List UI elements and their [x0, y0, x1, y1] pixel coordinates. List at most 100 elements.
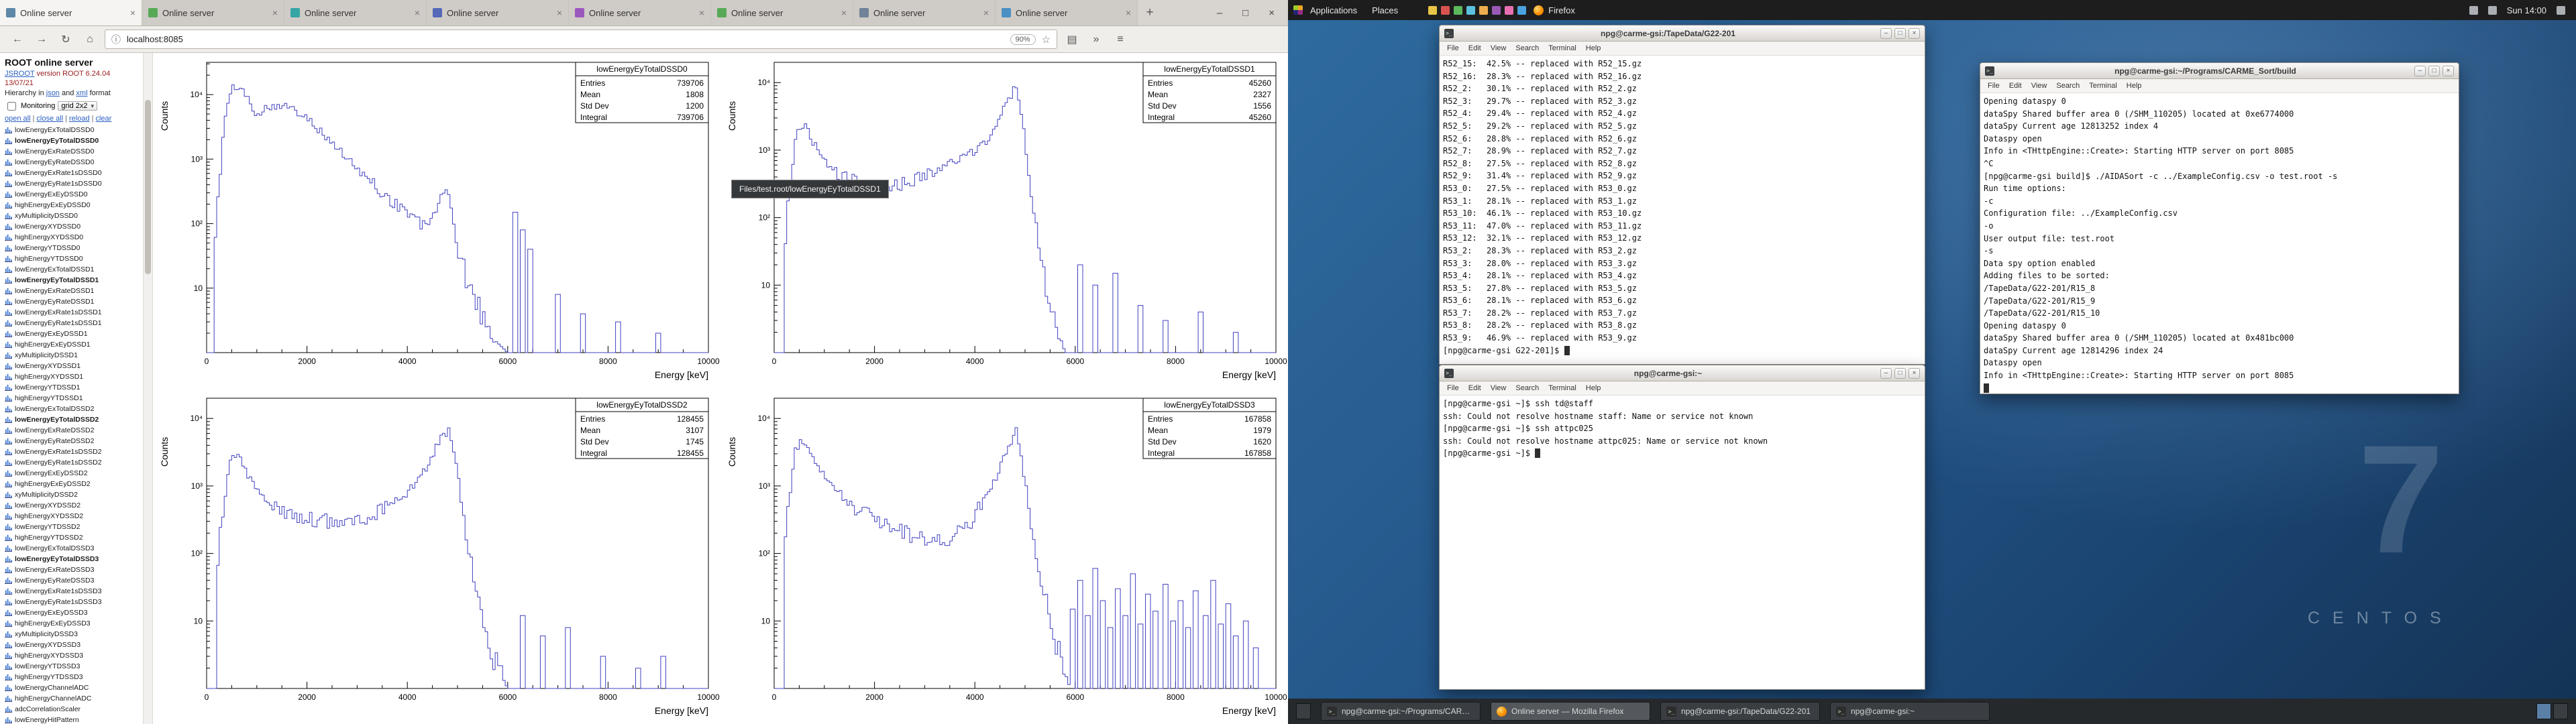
tab-close-icon[interactable]: ×	[983, 7, 989, 18]
tree-item-highEnergyExEyDSSD1[interactable]: highEnergyExEyDSSD1	[5, 339, 139, 350]
tree-item-lowEnergyChannelADC[interactable]: lowEnergyChannelADC	[5, 682, 139, 693]
places-menu[interactable]: Places	[1364, 0, 1405, 20]
tree-item-lowEnergyExRateDSSD3[interactable]: lowEnergyExRateDSSD3	[5, 564, 139, 575]
terminal-window-tapedata[interactable]: >_ npg@carme-gsi:/TapeData/G22-201 –□× F…	[1439, 25, 1925, 365]
site-info-icon[interactable]: ⓘ	[111, 33, 121, 46]
tray-icon-5[interactable]	[1492, 6, 1501, 15]
tree-item-highEnergyXYDSSD1[interactable]: highEnergyXYDSSD1	[5, 371, 139, 382]
browser-tab[interactable]: Online server×	[996, 0, 1138, 25]
zoom-level-badge[interactable]: 90%	[1010, 34, 1036, 45]
close-icon[interactable]: ×	[2443, 66, 2454, 76]
tree-item-highEnergyXYDSSD0[interactable]: highEnergyXYDSSD0	[5, 232, 139, 243]
network-icon[interactable]	[2488, 6, 2497, 15]
close-icon[interactable]: ×	[1269, 7, 1275, 19]
tree-item-highEnergyExEyDSSD3[interactable]: highEnergyExEyDSSD3	[5, 618, 139, 629]
tree-item-lowEnergyExEyDSSD1[interactable]: lowEnergyExEyDSSD1	[5, 328, 139, 339]
tree-item-lowEnergyXYDSSD2[interactable]: lowEnergyXYDSSD2	[5, 500, 139, 511]
tree-item-lowEnergyExRate1sDSSD2[interactable]: lowEnergyExRate1sDSSD2	[5, 446, 139, 457]
tree-item-lowEnergyYTDSSD1[interactable]: lowEnergyYTDSSD1	[5, 382, 139, 393]
terminal-menu-edit[interactable]: Edit	[1464, 384, 1486, 392]
tree-item-highEnergyXYDSSD3[interactable]: highEnergyXYDSSD3	[5, 650, 139, 661]
browser-tab[interactable]: Online server×	[569, 0, 711, 25]
terminal-menu-help[interactable]: Help	[1581, 44, 1606, 52]
tree-item-xyMultiplicityDSSD2[interactable]: xyMultiplicityDSSD2	[5, 489, 139, 500]
action-link-close-all[interactable]: close all	[36, 115, 63, 123]
tree-item-xyMultiplicityDSSD1[interactable]: xyMultiplicityDSSD1	[5, 350, 139, 361]
tree-item-lowEnergyEyRate1sDSSD3[interactable]: lowEnergyEyRate1sDSSD3	[5, 597, 139, 607]
terminal-menu-file[interactable]: File	[1442, 44, 1464, 52]
minimize-icon[interactable]: –	[1880, 368, 1892, 379]
forward-icon[interactable]: →	[32, 34, 51, 46]
tree-item-lowEnergyYTDSSD0[interactable]: lowEnergyYTDSSD0	[5, 243, 139, 253]
browser-tab[interactable]: Online server×	[711, 0, 853, 25]
url-text[interactable]: localhost:8085	[127, 34, 1004, 44]
terminal-menu-file[interactable]: File	[1442, 384, 1464, 392]
reload-icon[interactable]: ↻	[56, 33, 75, 46]
tree-item-lowEnergyEyTotalDSSD3[interactable]: lowEnergyEyTotalDSSD3	[5, 554, 139, 564]
browser-tab[interactable]: Online server×	[142, 0, 284, 25]
tree-item-highEnergyExEyDSSD0[interactable]: highEnergyExEyDSSD0	[5, 200, 139, 210]
tree-item-lowEnergyXYDSSD3[interactable]: lowEnergyXYDSSD3	[5, 640, 139, 650]
tree-item-highEnergyYTDSSD2[interactable]: highEnergyYTDSSD2	[5, 532, 139, 543]
app-menu-firefox[interactable]: Firefox	[1526, 0, 1582, 20]
tab-close-icon[interactable]: ×	[699, 7, 704, 18]
tree-item-lowEnergyExRate1sDSSD3[interactable]: lowEnergyExRate1sDSSD3	[5, 586, 139, 597]
tree-item-highEnergyYTDSSD0[interactable]: highEnergyYTDSSD0	[5, 253, 139, 264]
workspace-1[interactable]	[2536, 703, 2551, 719]
new-tab-button[interactable]: +	[1138, 0, 1162, 25]
tray-icon-2[interactable]	[1454, 6, 1462, 15]
tab-close-icon[interactable]: ×	[272, 7, 278, 18]
url-bar[interactable]: ⓘ localhost:8085 90% ☆	[105, 29, 1057, 49]
tree-item-lowEnergyHitPattern[interactable]: lowEnergyHitPattern	[5, 715, 139, 724]
tree-item-adcCorrelationScaler[interactable]: adcCorrelationScaler	[5, 704, 139, 715]
tab-close-icon[interactable]: ×	[415, 7, 420, 18]
tray-icon-6[interactable]	[1505, 6, 1513, 15]
terminal-menu-view[interactable]: View	[1486, 384, 1511, 392]
minimize-icon[interactable]: –	[1880, 28, 1892, 39]
terminal-titlebar[interactable]: >_ npg@carme-gsi:~ –□×	[1440, 365, 1925, 381]
terminal-output[interactable]: [npg@carme-gsi ~]$ ssh td@staff ssh: Cou…	[1440, 396, 1925, 689]
terminal-titlebar[interactable]: >_ npg@carme-gsi:~/Programs/CARME_Sort/b…	[1980, 63, 2459, 79]
terminal-output[interactable]: R52_15: 42.5% -- replaced with R52_15.gz…	[1440, 56, 1925, 364]
scrollbar-thumb[interactable]	[145, 100, 151, 274]
library-icon[interactable]: ▤	[1063, 33, 1081, 46]
tray-icon-4[interactable]	[1479, 6, 1488, 15]
tree-item-lowEnergyExRateDSSD1[interactable]: lowEnergyExRateDSSD1	[5, 286, 139, 296]
tree-item-lowEnergyExRate1sDSSD1[interactable]: lowEnergyExRate1sDSSD1	[5, 307, 139, 318]
tree-item-lowEnergyEyRateDSSD0[interactable]: lowEnergyEyRateDSSD0	[5, 157, 139, 168]
terminal-menu-terminal[interactable]: Terminal	[1544, 44, 1581, 52]
tray-icon-3[interactable]	[1466, 6, 1475, 15]
histogram-plot-lowEnergyEyTotalDSSD1[interactable]: 02000400060008000100001010²10³10⁴Energy …	[720, 53, 1288, 389]
browser-tab[interactable]: Online server×	[427, 0, 569, 25]
hamburger-menu-icon[interactable]: ≡	[1111, 34, 1130, 46]
sidebar-scrollbar[interactable]	[143, 53, 153, 724]
workspace-2[interactable]	[2553, 703, 2568, 719]
terminal-menu-search[interactable]: Search	[2051, 82, 2084, 90]
tree-item-lowEnergyEyRate1sDSSD0[interactable]: lowEnergyEyRate1sDSSD0	[5, 178, 139, 189]
terminal-menu-view[interactable]: View	[1486, 44, 1511, 52]
user-menu-icon[interactable]	[2557, 6, 2565, 15]
terminal-menu-edit[interactable]: Edit	[2004, 82, 2027, 90]
tree-item-lowEnergyEyRate1sDSSD2[interactable]: lowEnergyEyRate1sDSSD2	[5, 457, 139, 468]
layout-select[interactable]: grid 2x2	[58, 101, 97, 111]
terminal-menu-edit[interactable]: Edit	[1464, 44, 1486, 52]
bookmark-star-icon[interactable]: ☆	[1042, 34, 1051, 46]
tree-item-lowEnergyEyTotalDSSD2[interactable]: lowEnergyEyTotalDSSD2	[5, 414, 139, 425]
tree-item-lowEnergyExTotalDSSD1[interactable]: lowEnergyExTotalDSSD1	[5, 264, 139, 275]
jsroot-link[interactable]: JSROOT	[5, 70, 34, 78]
close-icon[interactable]: ×	[1909, 28, 1920, 39]
tab-close-icon[interactable]: ×	[841, 7, 847, 18]
json-link[interactable]: json	[46, 89, 60, 97]
taskbar-button[interactable]: Online server — Mozilla Firefox	[1491, 702, 1650, 721]
tree-item-lowEnergyExEyDSSD0[interactable]: lowEnergyExEyDSSD0	[5, 189, 139, 200]
tree-item-lowEnergyXYDSSD1[interactable]: lowEnergyXYDSSD1	[5, 361, 139, 371]
tree-item-lowEnergyYTDSSD3[interactable]: lowEnergyYTDSSD3	[5, 661, 139, 672]
tree-item-lowEnergyXYDSSD0[interactable]: lowEnergyXYDSSD0	[5, 221, 139, 232]
terminal-titlebar[interactable]: >_ npg@carme-gsi:/TapeData/G22-201 –□×	[1440, 25, 1925, 42]
tab-close-icon[interactable]: ×	[1126, 7, 1131, 18]
tree-item-lowEnergyExEyDSSD3[interactable]: lowEnergyExEyDSSD3	[5, 607, 139, 618]
show-desktop-button[interactable]	[1296, 703, 1311, 719]
terminal-menu-help[interactable]: Help	[2122, 82, 2147, 90]
tab-close-icon[interactable]: ×	[130, 7, 136, 18]
taskbar-button[interactable]: >_npg@carme-gsi:~	[1830, 702, 1990, 721]
